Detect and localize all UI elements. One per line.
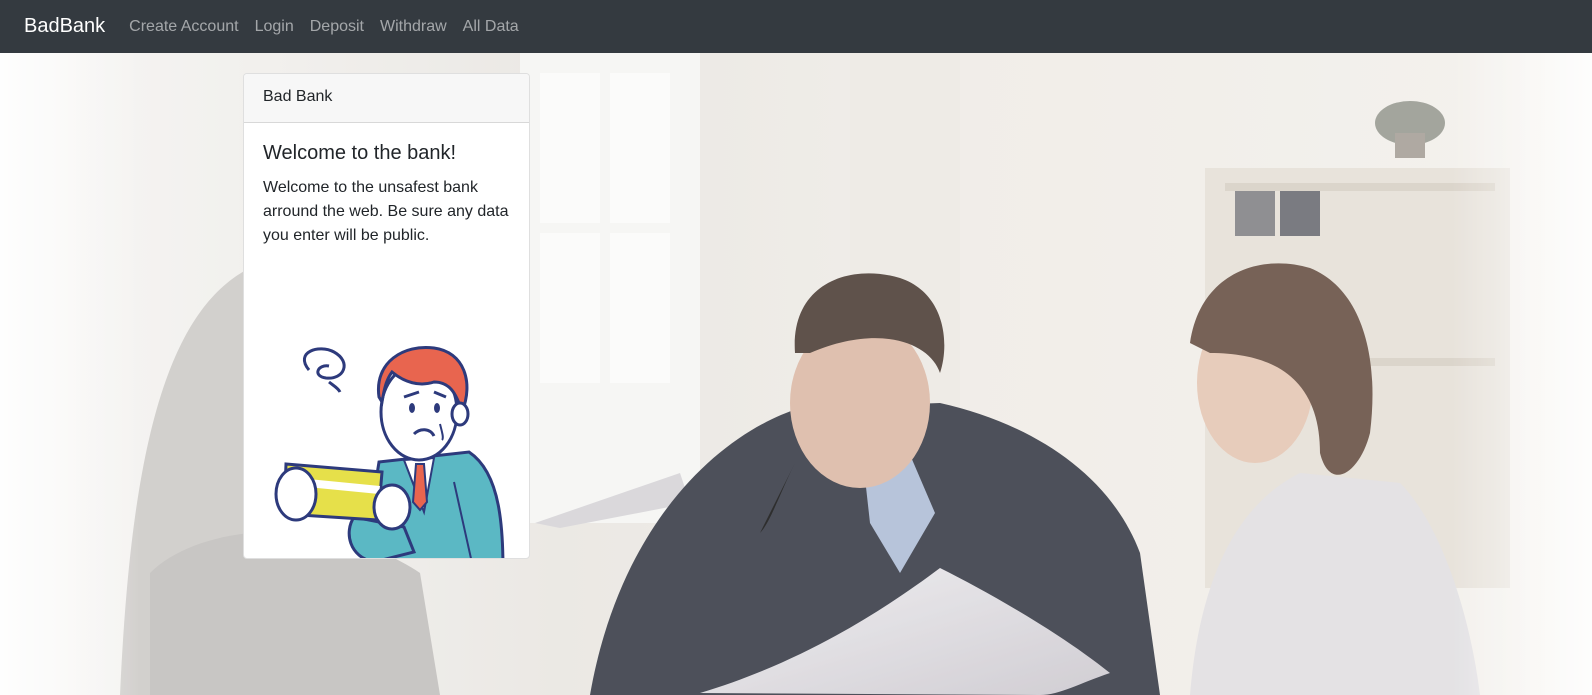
navbar: BadBank Create Account Login Deposit Wit… — [0, 0, 1592, 53]
nav-login[interactable]: Login — [247, 18, 302, 36]
nav-all-data[interactable]: All Data — [455, 18, 527, 36]
background-photo-illustration — [0, 53, 1592, 695]
card-body: Welcome to the bank! Welcome to the unsa… — [244, 123, 529, 267]
nav-deposit[interactable]: Deposit — [302, 18, 372, 36]
welcome-card: Bad Bank Welcome to the bank! Welcome to… — [243, 73, 530, 559]
nav-withdraw[interactable]: Withdraw — [372, 18, 455, 36]
worried-man-illustration — [274, 345, 505, 558]
background-photo — [0, 53, 1592, 695]
nav-create-account[interactable]: Create Account — [121, 18, 246, 36]
card-header: Bad Bank — [244, 74, 529, 123]
card-text: Welcome to the unsafest bank arround the… — [263, 179, 509, 244]
brand-logo[interactable]: BadBank — [24, 15, 105, 38]
card-title: Welcome to the bank! — [263, 142, 457, 164]
